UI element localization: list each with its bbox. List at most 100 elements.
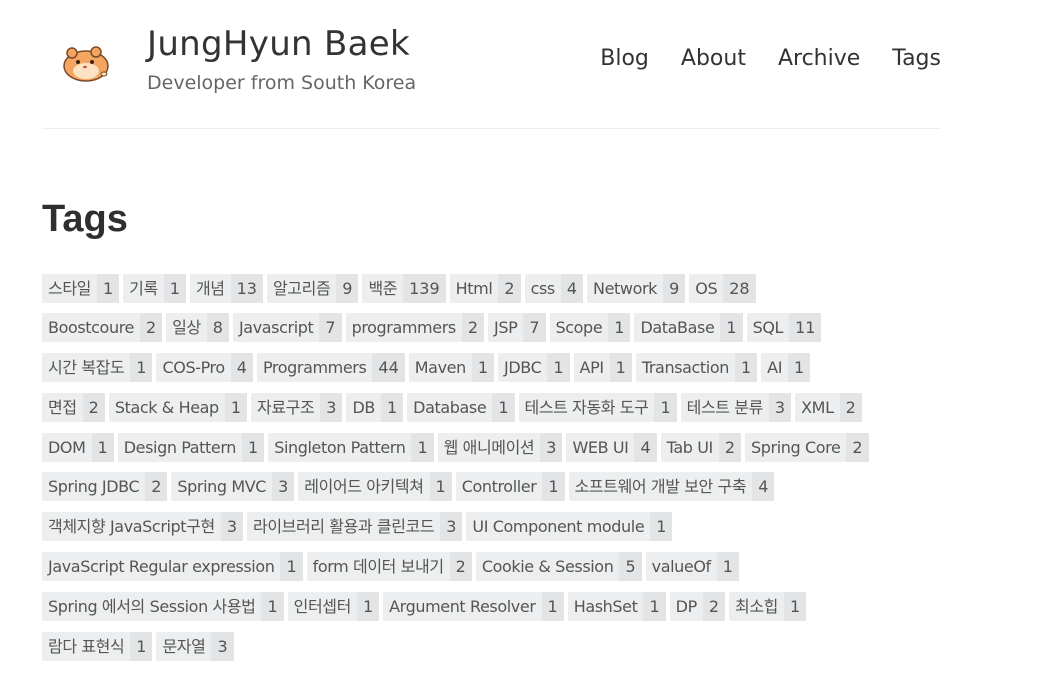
tag-link[interactable]: COS-Pro 4 [156,353,253,383]
tag-link[interactable]: 일상 8 [166,313,229,343]
tag-link[interactable]: UI Component module 1 [466,512,673,542]
tag-link[interactable]: 시간 복잡도 1 [42,353,153,383]
tag-link[interactable]: XML 2 [795,392,862,422]
tag-link[interactable]: Transaction 1 [635,353,758,383]
tag-link[interactable]: Cookie & Session 5 [475,552,642,582]
tag-link[interactable]: Spring 에서의 Session 사용법 1 [42,591,284,621]
tag-link[interactable]: Spring JDBC 2 [42,472,168,502]
tag-link[interactable]: 자료구조 3 [251,392,343,422]
tag-name: 인터셉터 [293,596,352,616]
tag-link[interactable]: Html 2 [449,273,521,303]
nav-archive[interactable]: Archive [778,46,860,71]
tag-name: 시간 복잡도 [48,358,125,378]
tag-link[interactable]: DP 2 [669,591,726,621]
tag-link[interactable]: 객체지향 JavaScript구현 3 [42,512,243,542]
tag-link[interactable]: 웹 애니메이션 3 [437,432,563,462]
tag-name: DataBase [640,318,715,338]
tag-link[interactable]: Spring Core 2 [745,432,869,462]
tag-link[interactable]: Singleton Pattern 1 [268,432,434,462]
site-title[interactable]: JungHyun Baek [147,24,410,64]
tag-link[interactable]: 람다 표현식 1 [42,631,153,661]
tag-link[interactable]: form 데이터 보내기 2 [306,552,472,582]
tag-name: Argument Resolver [389,596,536,616]
tag-link[interactable]: 소프트웨어 개발 보안 구축 4 [568,472,775,502]
tag-link[interactable]: 레이어드 아키텍쳐 1 [298,472,452,502]
tag-link[interactable]: 개념 13 [189,273,263,303]
tag-link[interactable]: Design Pattern 1 [117,432,265,462]
tag-link[interactable]: JavaScript Regular expression 1 [42,552,303,582]
tag-name: Tab UI [666,437,714,457]
tag-name: 백준 [368,278,398,298]
tag-count: 7 [523,313,546,343]
tag-count: 1 [224,392,247,422]
tag-link[interactable]: 알고리즘 9 [266,273,359,303]
tag-link[interactable]: OS 28 [689,273,756,303]
hamster-icon[interactable] [60,40,112,84]
tag-name: Stack & Heap [114,397,219,417]
tag-link[interactable]: Network 9 [587,273,686,303]
tag-link[interactable]: Boostcoure 2 [42,313,163,343]
site-subtitle: Developer from South Korea [147,72,417,94]
tag-link[interactable]: Spring MVC 3 [171,472,295,502]
tag-count: 1 [471,353,495,383]
tag-link[interactable]: Javascript 7 [232,313,342,343]
tag-link[interactable]: 면접 2 [42,392,105,422]
nav-tags[interactable]: Tags [892,46,941,71]
tag-link[interactable]: valueOf 1 [645,552,739,582]
tag-link[interactable]: DataBase 1 [634,313,743,343]
tag-name: css [530,278,556,298]
tag-link[interactable]: SQL 11 [746,313,822,343]
tag-link[interactable]: AI 1 [761,353,811,383]
tag-name: form 데이터 보내기 [312,557,444,577]
tag-link[interactable]: programmers 2 [345,313,484,343]
tag-count: 4 [634,432,657,462]
tag-link[interactable]: Controller 1 [455,472,565,502]
tag-name: 자료구조 [257,397,315,417]
tag-name: JDBC [504,358,542,378]
tag-name: 알고리즘 [272,278,331,298]
tag-link[interactable]: Scope 1 [549,313,631,343]
tag-link[interactable]: 테스트 자동화 도구 1 [518,392,677,422]
tag-count: 1 [716,552,739,582]
tag-count: 1 [96,273,120,303]
tag-link[interactable]: 스타일 1 [42,273,120,303]
tag-link[interactable]: JSP 7 [488,313,546,343]
tag-link[interactable]: HashSet 1 [567,591,666,621]
nav-about[interactable]: About [681,46,746,71]
tag-link[interactable]: 기록 1 [123,273,186,303]
tag-link[interactable]: Argument Resolver 1 [383,591,564,621]
tag-row: 객체지향 JavaScript구현 3 라이브러리 활용과 클린코드 3 UI Comp… [42,512,942,542]
tag-name: Scope [555,318,603,338]
tag-link[interactable]: 라이브러리 활용과 클린코드 3 [247,512,463,542]
tag-link[interactable]: Maven 1 [408,353,495,383]
tag-link[interactable]: 백준 139 [362,273,446,303]
tag-count: 1 [380,392,404,422]
tag-link[interactable]: Stack & Heap 1 [108,392,247,422]
tag-link[interactable]: WEB UI 4 [566,432,657,462]
tag-count: 2 [498,273,521,303]
tag-link[interactable]: Database 1 [407,392,515,422]
tag-count: 139 [403,273,446,303]
tag-link[interactable]: Tab UI 2 [660,432,742,462]
tag-link[interactable]: 최소힙 1 [729,591,807,621]
tag-link[interactable]: API 1 [573,353,632,383]
tag-count: 4 [752,472,775,502]
tag-name: Database [413,397,487,417]
tag-name: UI Component module [472,517,645,537]
main-nav: Blog About Archive Tags [600,46,941,71]
tag-link[interactable]: Programmers 44 [256,353,405,383]
tag-name: 테스트 분류 [686,397,764,417]
tag-name: 면접 [48,397,77,417]
tag-count: 3 [440,512,463,542]
tag-link[interactable]: 테스트 분류 3 [680,392,792,422]
tag-name: 문자열 [162,636,206,656]
nav-blog[interactable]: Blog [600,46,649,71]
tag-link[interactable]: css 4 [524,273,584,303]
tag-link[interactable]: JDBC 1 [498,353,570,383]
tag-count: 1 [411,432,434,462]
tag-link[interactable]: DB 1 [346,392,404,422]
tag-name: 람다 표현식 [48,636,125,656]
tag-link[interactable]: 문자열 3 [156,631,234,661]
tag-link[interactable]: 인터셉터 1 [287,591,380,621]
tag-link[interactable]: DOM 1 [42,432,114,462]
